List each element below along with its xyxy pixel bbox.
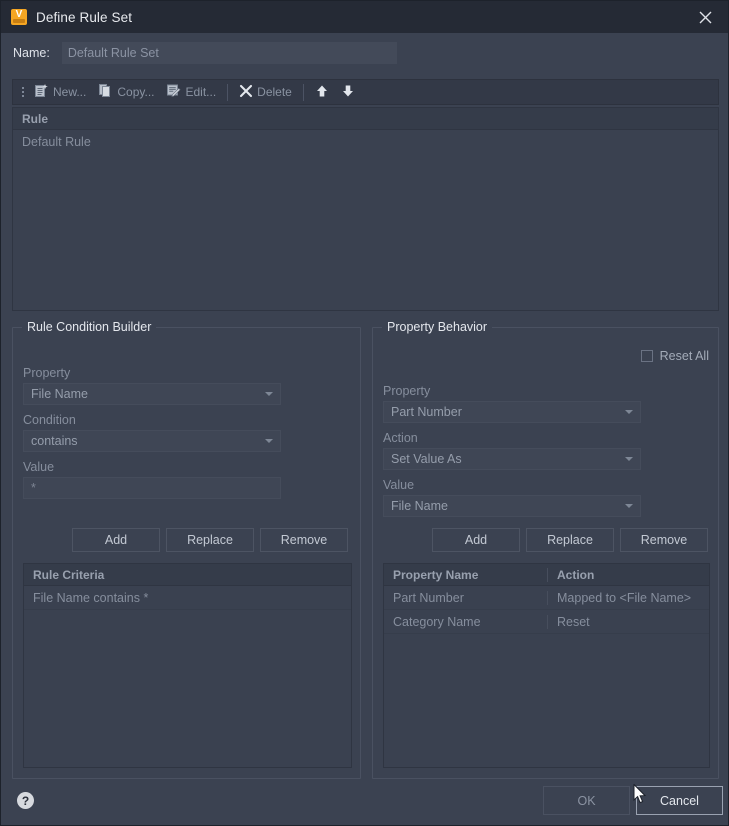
property-name-cell: Category Name — [393, 614, 481, 629]
table-row[interactable]: File Name contains * — [24, 586, 351, 610]
behavior-action-label: Action — [383, 431, 418, 445]
property-name-column-header: Property Name — [393, 567, 479, 582]
edit-pencil-icon — [166, 83, 181, 101]
property-behavior-table[interactable]: Property Name Action Part Number Mapped … — [383, 563, 710, 768]
name-input[interactable]: Default Rule Set — [61, 42, 397, 64]
condition-operator-select[interactable]: contains — [23, 430, 281, 452]
behavior-value-label: Value — [383, 478, 415, 492]
new-document-icon — [34, 83, 49, 101]
copy-button[interactable]: Copy... — [92, 79, 160, 105]
move-up-button[interactable] — [309, 79, 335, 105]
toolbar-separator-1 — [227, 83, 229, 101]
behavior-add-button[interactable]: Add — [432, 528, 520, 552]
behavior-property-select[interactable]: Part Number — [383, 401, 641, 423]
property-behavior-title: Property Behavior — [382, 320, 493, 334]
copy-icon — [98, 83, 113, 101]
condition-operator-label: Condition — [23, 413, 76, 427]
behavior-remove-button[interactable]: Remove — [620, 528, 708, 552]
rule-toolbar: New... Copy... Edit... Delete — [12, 79, 719, 105]
ok-button[interactable]: OK — [543, 786, 630, 815]
behavior-property-label: Property — [383, 384, 431, 398]
drag-grip[interactable] — [18, 79, 28, 105]
condition-value-input[interactable]: * — [23, 477, 281, 499]
edit-button[interactable]: Edit... — [160, 79, 222, 105]
chevron-down-icon — [625, 410, 633, 414]
condition-property-value: File Name — [31, 387, 88, 401]
close-icon[interactable] — [683, 1, 728, 33]
property-name-cell: Part Number — [393, 590, 464, 605]
property-behavior-table-header: Property Name Action — [384, 564, 709, 586]
action-cell: Mapped to <File Name> — [547, 590, 709, 605]
arrow-down-icon — [341, 84, 355, 101]
rule-criteria-table[interactable]: Rule Criteria File Name contains * — [23, 563, 352, 768]
rule-list-header: Rule — [13, 108, 718, 130]
condition-operator-value: contains — [31, 434, 78, 448]
behavior-action-value: Set Value As — [391, 452, 462, 466]
table-row[interactable]: Default Rule — [13, 130, 718, 154]
rule-criteria-column-header: Rule Criteria — [33, 567, 105, 582]
action-cell: Reset — [547, 614, 709, 629]
name-row: Name: Default Rule Set — [1, 33, 728, 73]
table-row[interactable]: Category Name Reset — [384, 610, 709, 634]
behavior-property-value: Part Number — [391, 405, 462, 419]
new-button-label: New... — [53, 85, 87, 99]
delete-button[interactable]: Delete — [233, 79, 298, 105]
reset-all-checkbox-row[interactable]: Reset All — [640, 349, 709, 363]
delete-x-icon — [239, 84, 253, 101]
behavior-replace-button[interactable]: Replace — [526, 528, 614, 552]
behavior-action-select[interactable]: Set Value As — [383, 448, 641, 470]
rule-criteria-cell: File Name contains * — [33, 590, 149, 605]
cancel-button[interactable]: Cancel — [636, 786, 723, 815]
behavior-value-value: File Name — [391, 499, 448, 513]
reset-all-label: Reset All — [659, 349, 709, 363]
new-button[interactable]: New... — [28, 79, 92, 105]
reset-all-checkbox[interactable] — [640, 350, 653, 362]
condition-add-button[interactable]: Add — [72, 528, 160, 552]
table-row[interactable]: Part Number Mapped to <File Name> — [384, 586, 709, 610]
title-bar: V Define Rule Set — [1, 1, 728, 33]
rule-list[interactable]: Rule Default Rule — [12, 107, 719, 311]
chevron-down-icon — [265, 392, 273, 396]
chevron-down-icon — [625, 457, 633, 461]
chevron-down-icon — [625, 504, 633, 508]
delete-button-label: Delete — [257, 85, 292, 99]
condition-value-label: Value — [23, 460, 55, 474]
chevron-down-icon — [265, 439, 273, 443]
window-title: Define Rule Set — [36, 9, 133, 25]
name-label: Name: — [13, 46, 50, 60]
help-question-icon[interactable]: ? — [17, 792, 34, 809]
rule-condition-builder-title: Rule Condition Builder — [22, 320, 157, 334]
define-rule-set-dialog: V Define Rule Set Name: Default Rule Set — [0, 0, 729, 826]
condition-replace-button[interactable]: Replace — [166, 528, 254, 552]
move-down-button[interactable] — [335, 79, 361, 105]
vault-app-icon: V — [11, 9, 27, 25]
rule-criteria-table-header: Rule Criteria — [24, 564, 351, 586]
toolbar-separator-2 — [302, 83, 304, 101]
edit-button-label: Edit... — [185, 85, 217, 99]
copy-button-label: Copy... — [117, 85, 155, 99]
rule-condition-builder-panel: Rule Condition Builder Property File Nam… — [12, 320, 361, 779]
property-behavior-panel: Property Behavior Reset All Property Par… — [372, 320, 719, 779]
behavior-value-select[interactable]: File Name — [383, 495, 641, 517]
arrow-up-icon — [315, 84, 329, 101]
condition-property-select[interactable]: File Name — [23, 383, 281, 405]
condition-remove-button[interactable]: Remove — [260, 528, 348, 552]
action-column-header: Action — [547, 567, 709, 582]
condition-property-label: Property — [23, 366, 71, 380]
dialog-footer: ? OK Cancel — [1, 778, 728, 825]
